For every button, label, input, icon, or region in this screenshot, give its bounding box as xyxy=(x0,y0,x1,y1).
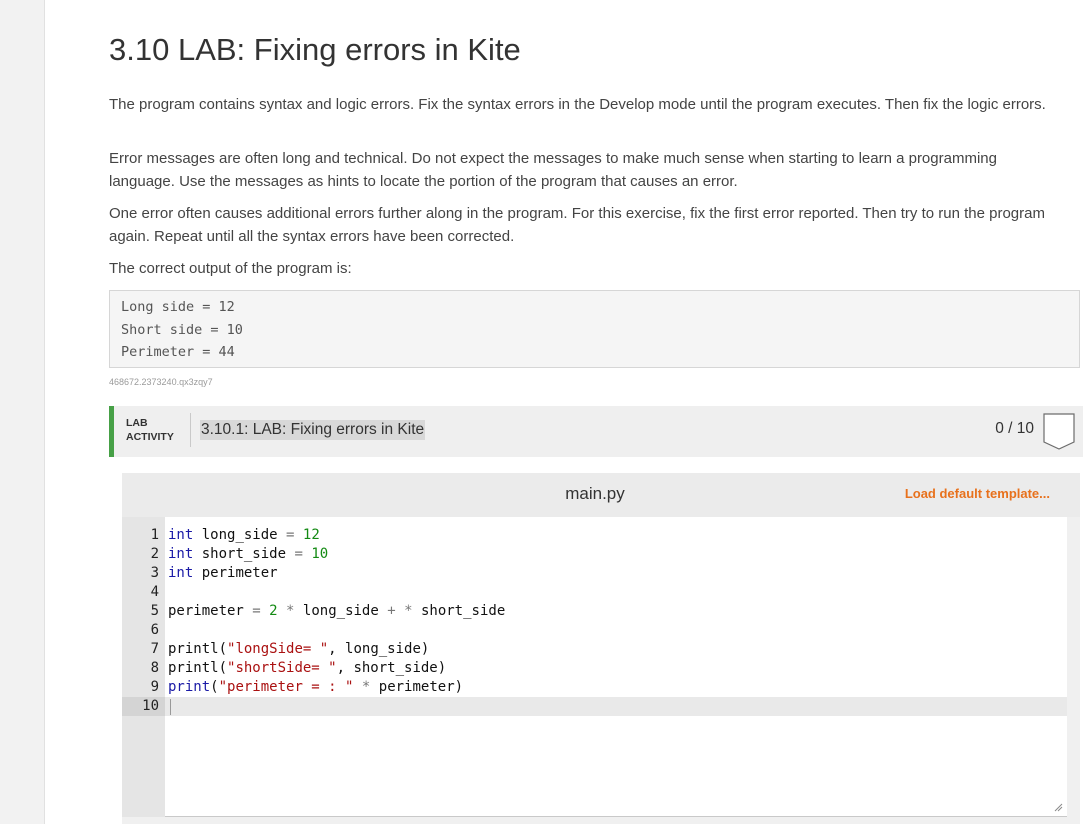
expected-output-box: Long side = 12 Short side = 10 Perimeter… xyxy=(109,290,1080,368)
code-line[interactable]: perimeter = 2 * long_side + * short_side xyxy=(168,602,505,621)
code-editor-panel: main.py Load default template... 1 2 3 4… xyxy=(122,473,1080,824)
lab-tag-line2: ACTIVITY xyxy=(126,431,174,443)
active-line-highlight xyxy=(122,697,1067,716)
line-number: 3 xyxy=(150,565,159,581)
resize-handle-icon[interactable] xyxy=(1054,803,1063,812)
score-shield-icon xyxy=(1043,413,1075,450)
expected-output-line: Short side = 10 xyxy=(121,321,243,338)
instruction-paragraph-2: Error messages are often long and techni… xyxy=(109,150,997,190)
line-number: 4 xyxy=(150,584,159,600)
text-cursor xyxy=(170,699,171,715)
editor-toolbar: main.py Load default template... xyxy=(122,473,1080,517)
instruction-paragraph-1: The program contains syntax and logic er… xyxy=(109,96,1046,113)
code-line[interactable]: int long_side = 12 xyxy=(168,526,320,545)
code-line[interactable]: printl("longSide= ", long_side) xyxy=(168,640,429,659)
instruction-paragraph-3: One error often causes additional errors… xyxy=(109,205,1045,245)
lab-header-divider xyxy=(190,413,191,447)
line-number: 9 xyxy=(150,679,159,695)
line-number: 6 xyxy=(150,622,159,638)
line-number: 8 xyxy=(150,660,159,676)
line-number: 5 xyxy=(150,603,159,619)
lab-score: 0 / 10 xyxy=(995,420,1034,437)
line-number: 1 xyxy=(150,527,159,543)
code-line[interactable]: printl("shortSide= ", short_side) xyxy=(168,659,446,678)
code-line[interactable]: int short_side = 10 xyxy=(168,545,328,564)
lab-activity-header: LAB ACTIVITY 3.10.1: LAB: Fixing errors … xyxy=(109,406,1083,457)
load-default-template-link[interactable]: Load default template... xyxy=(905,486,1050,501)
lab-activity-title: 3.10.1: LAB: Fixing errors in Kite xyxy=(200,420,426,440)
left-sidebar-strip xyxy=(0,0,45,824)
line-number: 7 xyxy=(150,641,159,657)
line-number: 2 xyxy=(150,546,159,562)
line-number: 10 xyxy=(142,698,159,714)
expected-output-line: Long side = 12 xyxy=(121,299,235,315)
code-editor[interactable]: 1 2 3 4 5 6 7 8 9 10 int long_side = 12 … xyxy=(122,517,1067,817)
code-line[interactable]: print("perimeter = : " * perimeter) xyxy=(168,678,463,697)
content-hash-id: 468672.2373240.qx3zqy7 xyxy=(109,377,213,387)
instruction-paragraph-4: The correct output of the program is: xyxy=(109,260,352,277)
code-line[interactable]: int perimeter xyxy=(168,564,278,583)
lab-tag-line1: LAB xyxy=(126,417,148,429)
page-title: 3.10 LAB: Fixing errors in Kite xyxy=(109,32,521,67)
lab-activity-tag: LAB ACTIVITY xyxy=(126,416,174,444)
expected-output-line: Perimeter = 44 xyxy=(121,344,235,360)
